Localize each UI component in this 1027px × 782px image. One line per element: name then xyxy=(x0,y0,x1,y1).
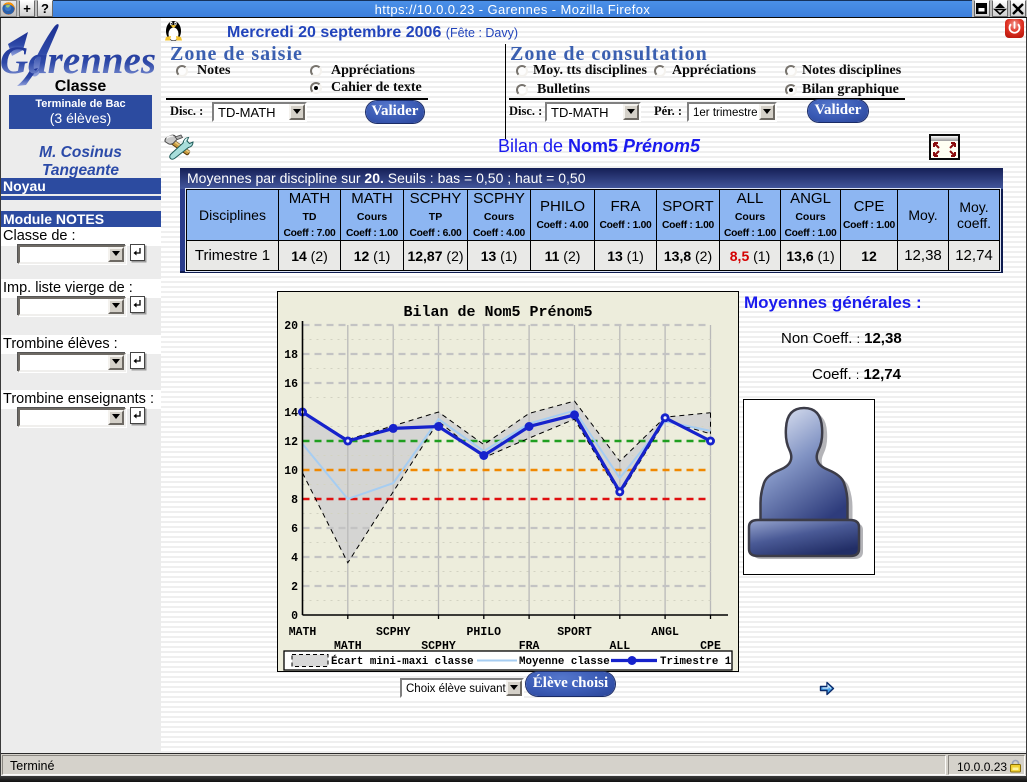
svg-text:12: 12 xyxy=(284,436,298,449)
svg-text:18: 18 xyxy=(284,349,298,362)
svg-text:4: 4 xyxy=(291,552,298,565)
svg-text:6: 6 xyxy=(291,523,298,536)
svg-text:16: 16 xyxy=(284,378,298,391)
svg-text:ANGL: ANGL xyxy=(651,626,679,639)
svg-text:MATH: MATH xyxy=(289,626,317,639)
svg-text:2: 2 xyxy=(291,581,298,594)
svg-text:Écart mini-maxi classe: Écart mini-maxi classe xyxy=(331,654,474,668)
svg-text:Bilan de Nom5 Prénom5: Bilan de Nom5 Prénom5 xyxy=(403,304,592,321)
svg-text:SPORT: SPORT xyxy=(557,626,592,639)
svg-text:10: 10 xyxy=(284,465,298,478)
svg-text:Garennes: Garennes xyxy=(0,39,156,82)
svg-text:14: 14 xyxy=(284,407,298,420)
svg-text:Trimestre 1: Trimestre 1 xyxy=(660,656,732,668)
svg-text:PHILO: PHILO xyxy=(467,626,502,639)
svg-text:8: 8 xyxy=(291,494,298,507)
svg-text:0: 0 xyxy=(291,610,298,623)
svg-text:SCPHY: SCPHY xyxy=(376,626,411,639)
svg-text:20: 20 xyxy=(284,320,298,333)
svg-text:Moyenne classe: Moyenne classe xyxy=(519,656,610,668)
